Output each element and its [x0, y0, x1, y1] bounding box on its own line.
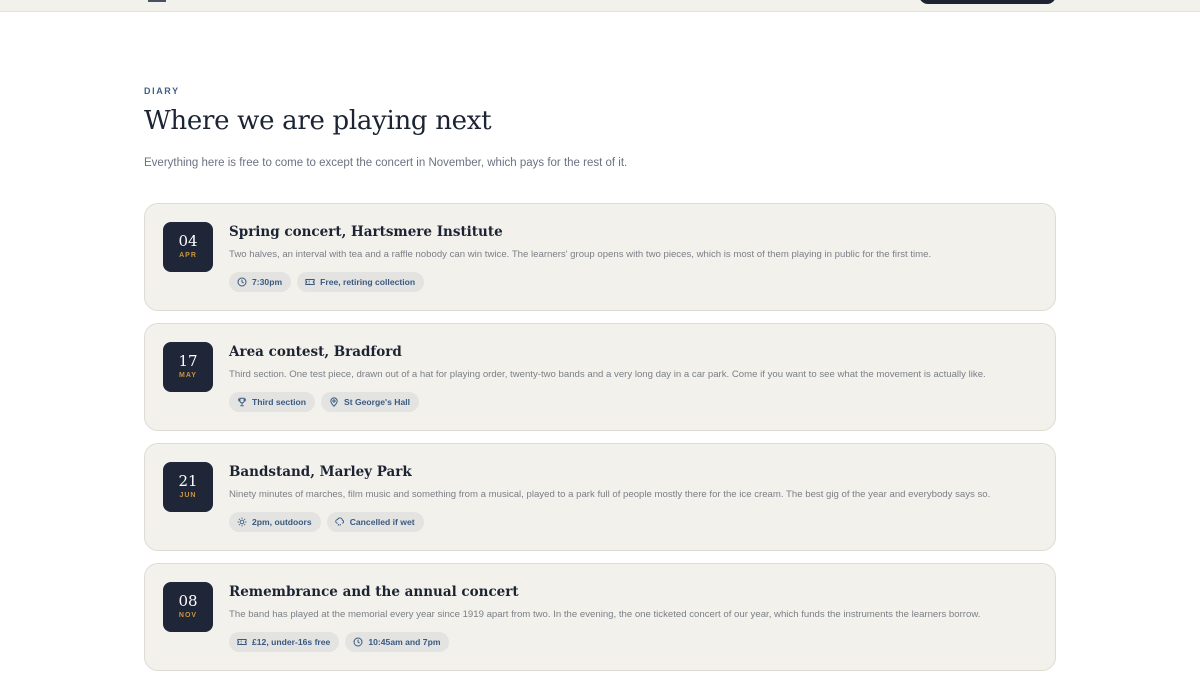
section-lede: Everything here is free to come to excep… — [144, 157, 628, 169]
ticket-icon — [237, 637, 247, 647]
event-tag: 7:30pm — [229, 272, 292, 292]
event-title: Bandstand, Marley Park — [229, 464, 412, 480]
event-tag: Cancelled if wet — [326, 512, 424, 532]
trophy-icon — [237, 397, 247, 407]
tag-label: 7:30pm — [252, 277, 283, 287]
date-badge: 21 JUN — [163, 462, 213, 512]
event-tag: Free, retiring collection — [297, 272, 425, 292]
tag-label: Free, retiring collection — [320, 277, 416, 287]
map-pin-icon — [329, 397, 339, 407]
event-tags: £12, under-16s free 10:45am and 7pm — [229, 632, 450, 652]
date-month: NOV — [178, 612, 198, 619]
event-card: 17 MAY Area contest, Bradford Third sect… — [144, 323, 1056, 431]
tag-label: St George's Hall — [343, 397, 411, 407]
section-title: Where we are playing next — [144, 106, 492, 136]
sun-icon — [237, 517, 247, 527]
event-tag: 2pm, outdoors — [229, 512, 321, 532]
tag-label: £12, under-16s free — [252, 637, 331, 647]
clock-icon — [353, 637, 363, 647]
event-tags: Third section St George's Hall — [229, 392, 420, 412]
tag-label: 2pm, outdoors — [252, 517, 312, 527]
event-tags: 7:30pm Free, retiring collection — [229, 272, 425, 292]
event-description: Two halves, an interval with tea and a r… — [229, 249, 932, 260]
date-day: 08 — [178, 592, 198, 610]
event-description: Ninety minutes of marches, film music an… — [229, 489, 991, 500]
tag-label: Third section — [252, 397, 306, 407]
date-month: APR — [179, 252, 197, 259]
tag-label: 10:45am and 7pm — [368, 637, 441, 647]
date-month: JUN — [179, 492, 197, 499]
date-day: 04 — [178, 232, 198, 250]
tag-label: Cancelled if wet — [349, 517, 415, 527]
date-badge: 04 APR — [163, 222, 213, 272]
event-description: Third section. One test piece, drawn out… — [229, 369, 986, 380]
date-day: 21 — [178, 472, 198, 490]
event-card: 04 APR Spring concert, Hartsmere Institu… — [144, 203, 1056, 311]
site-header — [0, 0, 1200, 12]
event-title: Spring concert, Hartsmere Institute — [229, 224, 503, 240]
event-tag: St George's Hall — [320, 392, 420, 412]
menu-icon[interactable] — [148, 0, 166, 2]
event-title: Area contest, Bradford — [229, 344, 402, 360]
date-month: MAY — [179, 372, 197, 379]
header-cta-button[interactable] — [919, 0, 1056, 4]
event-card: 21 JUN Bandstand, Marley Park Ninety min… — [144, 443, 1056, 551]
rain-cloud-icon — [334, 517, 345, 527]
event-tag: £12, under-16s free — [229, 632, 340, 652]
date-day: 17 — [178, 352, 198, 370]
event-tags: 2pm, outdoors Cancelled if wet — [229, 512, 424, 532]
date-badge: 17 MAY — [163, 342, 213, 392]
event-title: Remembrance and the annual concert — [229, 584, 519, 600]
date-badge: 08 NOV — [163, 582, 213, 632]
clock-icon — [237, 277, 247, 287]
event-card: 08 NOV Remembrance and the annual concer… — [144, 563, 1056, 671]
event-tag: 10:45am and 7pm — [345, 632, 450, 652]
section-eyebrow: DIARY — [144, 86, 180, 96]
event-description: The band has played at the memorial ever… — [229, 609, 981, 620]
event-tag: Third section — [229, 392, 315, 412]
ticket-icon — [305, 277, 315, 287]
